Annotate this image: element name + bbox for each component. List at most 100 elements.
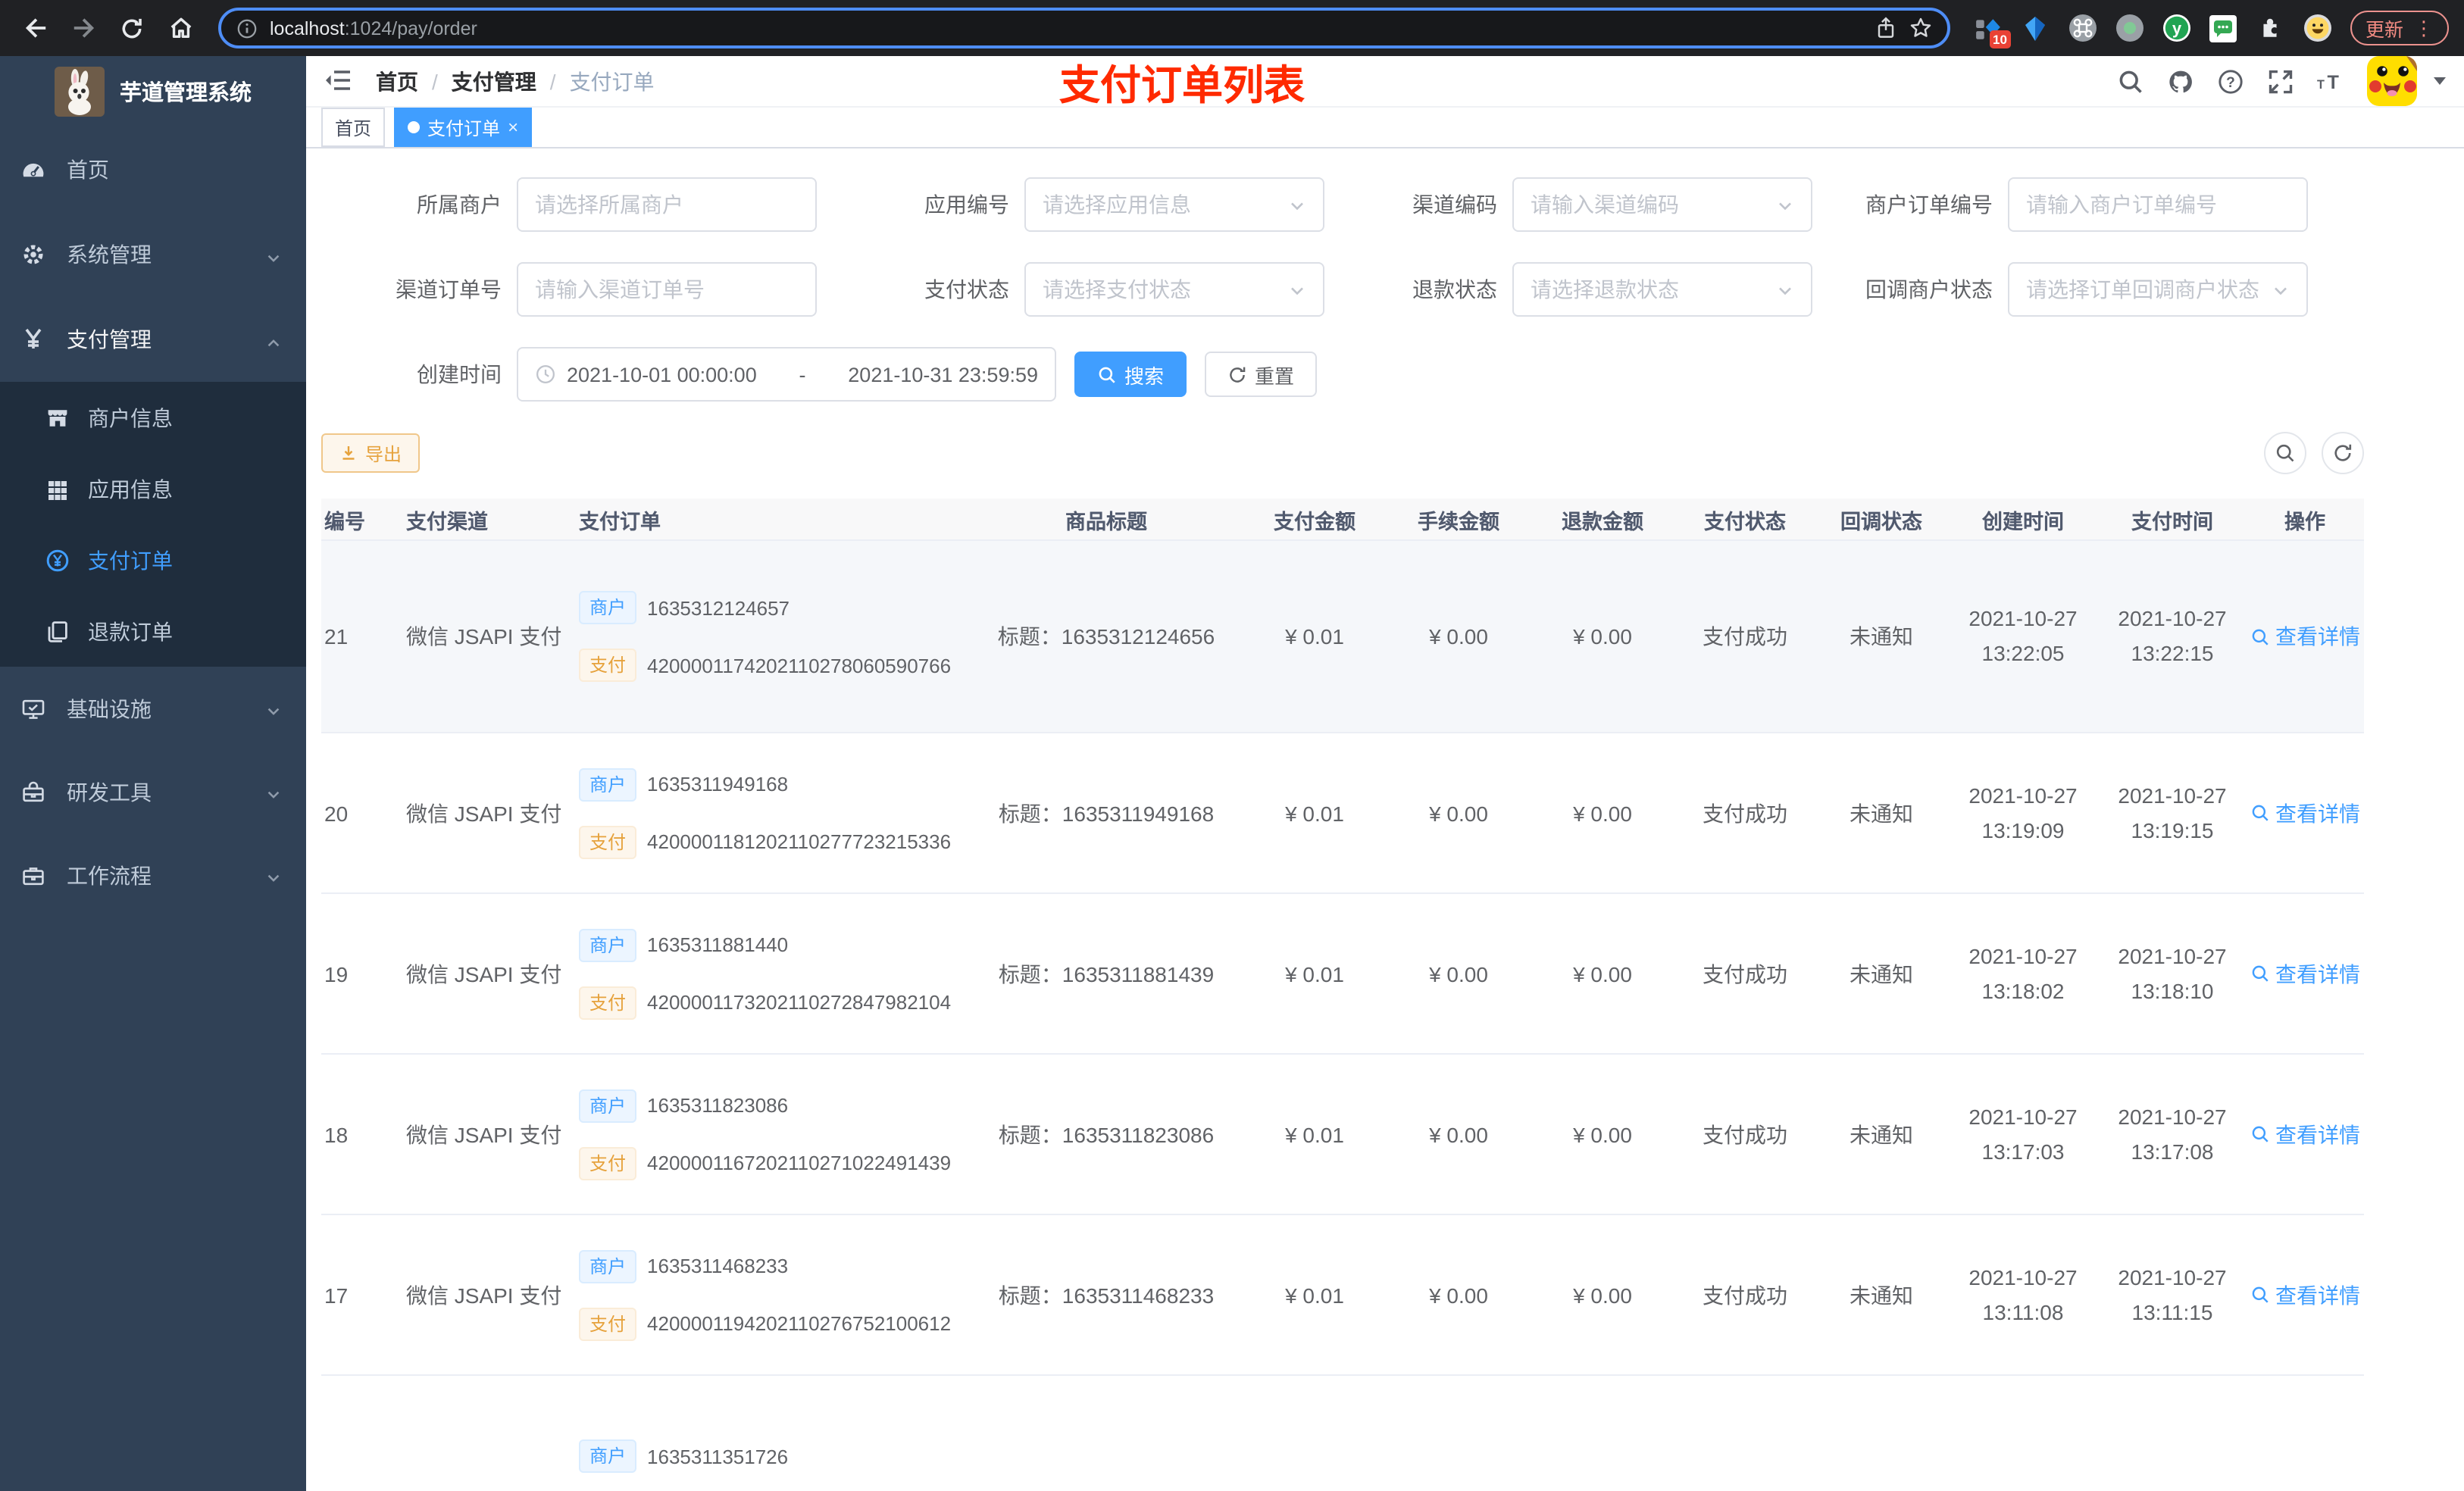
tab-home[interactable]: 首页 [321,108,386,147]
cell-paid: 2021-10-27 13:17:08 [2118,1104,2227,1163]
channel-order-no-input[interactable] [517,262,817,317]
channel-order-no-field[interactable] [535,277,799,302]
table-row[interactable]: 18 微信 JSAPI 支付 商户 1635311823086 支付 4200001… [321,1055,2364,1215]
url-bar[interactable]: localhost:1024/pay/order [218,8,1950,48]
cell-paid: 2021-10-27 13:22:15 [2118,606,2227,665]
cell-title: 标题：1635311949168 [998,801,1215,825]
cell-channel: 微信 JSAPI 支付 [406,1122,562,1146]
table-row[interactable]: 20 微信 JSAPI 支付 商户 1635311949168 支付 4200001… [321,733,2364,894]
view-detail-link[interactable]: 查看详情 [2250,621,2360,652]
yen-icon [21,327,45,352]
chevron-down-icon [265,867,282,883]
table-row[interactable]: 商户 1635311351726 [321,1376,2364,1491]
cell-created: 2021-10-27 13:22:05 [1968,606,2078,665]
chevron-down-icon [1288,280,1306,299]
notify-status-select[interactable]: 请选择订单回调商户状态 [2008,262,2308,317]
sidebar-item-payment[interactable]: 支付管理 [0,297,306,382]
view-detail-link[interactable]: 查看详情 [2250,1119,2360,1149]
channel-code-select[interactable]: 请输入渠道编码 [1512,177,1812,232]
table-row[interactable]: 19 微信 JSAPI 支付 商户 1635311881440 支付 4200001… [321,894,2364,1055]
table-row[interactable]: 17 微信 JSAPI 支付 商户 1635311468233 支付 4200001… [321,1215,2364,1376]
tab-pay-order[interactable]: 支付订单 × [394,108,533,147]
sidebar-item-app-info[interactable]: 应用信息 [0,453,306,524]
cell-fee: ¥ 0.00 [1429,801,1488,825]
breadcrumb-home[interactable]: 首页 [376,66,418,96]
share-icon[interactable] [1875,17,1897,39]
avatar-caret-icon[interactable] [2434,77,2446,85]
browser-menu-icon[interactable]: ⋮ [2414,16,2434,40]
filter-label: 回调商户状态 [1865,277,1993,302]
sidebar-fold-icon[interactable] [324,70,352,92]
filter-label: 渠道订单号 [396,277,502,302]
pay-status-select[interactable]: 请选择支付状态 [1024,262,1324,317]
reload-button[interactable] [112,8,152,48]
command-extension-icon[interactable] [2068,14,2097,42]
tab-close-icon[interactable]: × [508,118,518,136]
merchant-input[interactable] [517,177,817,232]
browser-update-button[interactable]: 更新 ⋮ [2350,11,2449,45]
y-extension-icon[interactable]: y [2162,14,2191,42]
chevron-down-icon [1776,195,1794,214]
forward-button[interactable] [64,8,103,48]
merchant-input-field[interactable] [535,192,799,217]
app-logo[interactable]: 芋道管理系统 [0,56,306,127]
logo-image [55,67,105,117]
help-icon[interactable]: ? [2217,67,2244,95]
cell-created: 2021-10-27 13:19:09 [1968,783,2078,842]
sidebar-item-system[interactable]: 系统管理 [0,212,306,297]
font-size-icon[interactable]: TT [2317,67,2344,95]
sidebar-item-workflow[interactable]: 工作流程 [0,833,306,917]
app-select[interactable]: 请选择应用信息 [1024,177,1324,232]
breadcrumb: 首页 / 支付管理 / 支付订单 [376,66,655,96]
view-detail-link[interactable]: 查看详情 [2250,958,2360,989]
search-button[interactable]: 搜索 [1074,352,1187,397]
refresh-icon [1230,366,1246,382]
cell-notify: 未通知 [1850,624,1913,649]
header-search-icon[interactable] [2117,67,2144,95]
merchant-order-no-input[interactable] [2008,177,2308,232]
cell-order-no: 商户 1635311881440 支付 4200001173202110272847… [567,928,970,1019]
bookmark-star-icon[interactable] [1909,17,1932,39]
cell-amount: ¥ 0.01 [1285,624,1344,649]
top-navbar: 首页 / 支付管理 / 支付订单 支付订单列表 ? T T [306,56,2464,108]
avatar-image [2367,56,2417,106]
cell-status: 支付成功 [1703,1283,1787,1307]
table-row[interactable]: 21 微信 JSAPI 支付 商户 1635312124657 支付 4200001… [321,541,2364,733]
cell-paid: 2021-10-27 13:18:10 [2118,943,2227,1002]
view-detail-link[interactable]: 查看详情 [2250,798,2360,828]
dashboard-icon [21,158,45,182]
store-icon [45,405,70,430]
export-button[interactable]: 导出 [321,433,421,473]
chevron-down-icon [1776,280,1794,299]
sidebar-item-refund-order[interactable]: 退款订单 [0,595,306,667]
fullscreen-icon[interactable] [2267,67,2294,95]
github-icon[interactable] [2167,67,2194,95]
sidebar-item-infra[interactable]: 基础设施 [0,667,306,750]
record-extension-icon[interactable] [2115,14,2144,42]
extensions-puzzle-icon[interactable] [2256,14,2285,42]
cell-refund: ¥ 0.00 [1573,624,1632,649]
refund-status-select[interactable]: 请选择退款状态 [1512,262,1812,317]
chat-extension-icon[interactable] [2209,14,2238,42]
home-button[interactable] [161,8,200,48]
sidebar-item-pay-order[interactable]: 支付订单 [0,524,306,595]
emoji-extension-icon[interactable] [2303,14,2332,42]
back-button[interactable] [15,8,55,48]
grid-icon [45,477,70,501]
sidebar-item-merchant-info[interactable]: 商户信息 [0,382,306,453]
user-avatar[interactable] [2367,56,2417,106]
merchant-order-no-field[interactable] [2026,192,2290,217]
cell-channel: 微信 JSAPI 支付 [406,801,562,825]
tasks-extension-icon[interactable]: 10 [1975,14,2011,48]
kite-extension-icon[interactable] [2022,14,2050,42]
date-range-picker[interactable]: 2021-10-01 00:00:00 - 2021-10-31 23:59:5… [517,347,1056,402]
breadcrumb-pay-mgmt[interactable]: 支付管理 [452,66,536,96]
refresh-table-button[interactable] [2322,432,2364,474]
view-detail-link[interactable]: 查看详情 [2250,1280,2360,1310]
sidebar-item-home[interactable]: 首页 [0,127,306,212]
reset-button[interactable]: 重置 [1205,352,1318,397]
toolbox-icon [21,780,45,804]
toggle-search-button[interactable] [2264,432,2306,474]
sidebar-item-devtools[interactable]: 研发工具 [0,750,306,833]
cell-amount: ¥ 0.01 [1285,801,1344,825]
